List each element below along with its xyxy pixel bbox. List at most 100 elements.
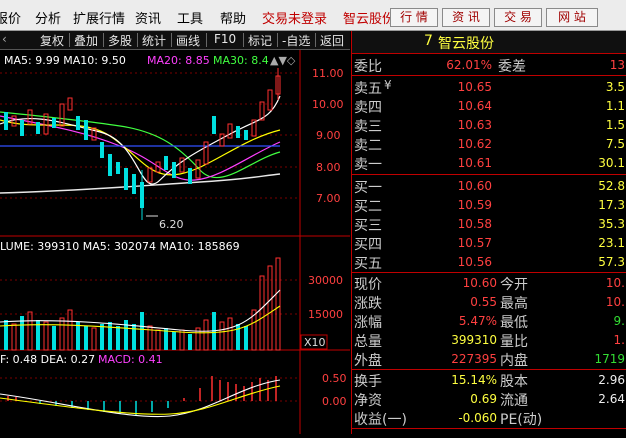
turnover-rate: 15.14% xyxy=(451,373,497,387)
outer-volume: 227395 xyxy=(451,352,497,366)
toolbar-divider xyxy=(171,33,172,47)
ask-label: 卖四 xyxy=(354,100,382,116)
low-price-label: 6.20 xyxy=(159,218,184,231)
high-price: 10. xyxy=(605,295,625,309)
menu-quote[interactable]: 报价 xyxy=(0,8,21,27)
float-shares: 2.64 xyxy=(598,392,625,406)
inner-volume: 1719 xyxy=(594,352,625,366)
macd-dif-dea-label: F: 0.48 DEA: 0.27 xyxy=(0,353,95,366)
stat-label: 换手 xyxy=(354,374,382,390)
quote-panel: 7 智云股份 委比 62.01% 委差 13 卖五 ¥ 10.65 3.5 卖四… xyxy=(351,31,626,434)
price-tick: 8.00 xyxy=(316,161,341,174)
ask-price[interactable]: 10.65 xyxy=(432,80,492,94)
weibi-label: 委比 xyxy=(354,59,382,75)
change-value: 0.55 xyxy=(470,295,497,309)
divider xyxy=(352,369,626,370)
price-tick: 10.00 xyxy=(312,98,344,111)
price-tick: 7.00 xyxy=(316,192,341,205)
overlay-button[interactable]: 叠加 xyxy=(74,32,98,49)
mark-button[interactable]: 标记 xyxy=(248,32,272,49)
login-status[interactable]: 交易未登录 xyxy=(262,8,327,27)
bid-price[interactable]: 10.60 xyxy=(432,179,492,193)
toolbar-divider xyxy=(69,33,70,47)
ask-volume: 30.1 xyxy=(598,156,625,170)
price-tick: 11.00 xyxy=(312,67,344,80)
volume-unit: X10 xyxy=(304,336,326,349)
bid-price[interactable]: 10.59 xyxy=(432,198,492,212)
volume-bars xyxy=(4,257,281,351)
restore-rights-button[interactable]: 复权 xyxy=(40,32,64,49)
bid-price[interactable]: 10.58 xyxy=(432,217,492,231)
bid-label: 买三 xyxy=(354,218,382,234)
share-capital: 2.96 xyxy=(598,373,625,387)
watchlist-remove-button[interactable]: -自选 xyxy=(282,32,310,49)
total-volume: 399310 xyxy=(451,333,497,347)
yen-icon: ¥ xyxy=(384,78,392,92)
ma30-label: MA30: 8.4 xyxy=(213,54,269,67)
ask-price[interactable]: 10.64 xyxy=(432,99,492,113)
back-button[interactable]: 返回 xyxy=(320,32,344,49)
stock-code-prefix: 7 xyxy=(424,33,433,49)
ask-label: 卖三 xyxy=(354,119,382,135)
current-price: 10.60 xyxy=(462,276,497,290)
menu-news[interactable]: 资讯 xyxy=(135,8,161,27)
multi-stock-button[interactable]: 多股 xyxy=(108,32,132,49)
ask-label: 卖五 xyxy=(354,81,382,97)
ask-volume: 1.5 xyxy=(605,118,625,132)
trade-button[interactable]: 交 易 xyxy=(494,8,542,27)
bid-label: 买二 xyxy=(354,199,382,215)
stat-label: 流通 xyxy=(500,393,528,409)
ask-label: 卖一 xyxy=(354,157,382,173)
news-button[interactable]: 资 讯 xyxy=(442,8,490,27)
macd-bars xyxy=(7,376,277,416)
market-button[interactable]: 行 情 xyxy=(390,8,438,27)
menu-analysis[interactable]: 分析 xyxy=(35,8,61,27)
chart-toolbar: ‹ 复权 叠加 多股 统计 画线 F10 标记 -自选 返回 xyxy=(0,31,350,50)
stat-label: 内盘 xyxy=(500,353,528,369)
bid-volume: 57.3 xyxy=(598,255,625,269)
bid-price[interactable]: 10.56 xyxy=(432,255,492,269)
bid-volume: 35.3 xyxy=(598,217,625,231)
ask-price[interactable]: 10.61 xyxy=(432,156,492,170)
price-tick: 9.00 xyxy=(316,129,341,142)
volume-label: LUME: 399310 MA5: 302074 MA10: 185869 xyxy=(0,240,240,253)
toolbar-divider xyxy=(137,33,138,47)
stat-label: 涨幅 xyxy=(354,315,382,331)
up-down-arrows-icon: ▲▼◇ xyxy=(270,54,296,67)
volume-ratio: 1. xyxy=(613,333,625,347)
stock-name: 智云股份 xyxy=(438,36,494,52)
bid-volume: 17.3 xyxy=(598,198,625,212)
weibi-value: 62.01% xyxy=(446,58,492,72)
net-asset: 0.69 xyxy=(470,392,497,406)
bid-label: 买五 xyxy=(354,256,382,272)
menu-tools[interactable]: 工具 xyxy=(177,8,203,27)
candles xyxy=(4,68,281,220)
bid-volume: 23.1 xyxy=(598,236,625,250)
menu-extended[interactable]: 扩展行情 xyxy=(73,8,125,27)
stat-label: 外盘 xyxy=(354,353,382,369)
stat-label: 最低 xyxy=(500,315,528,331)
divider xyxy=(352,174,626,175)
volume-tick: 30000 xyxy=(308,274,343,287)
kline-chart-svg[interactable]: 6.20 11.00 10.00 9.00 8.00 7.00 MA5: 9.9… xyxy=(0,50,350,434)
f10-button[interactable]: F10 xyxy=(214,32,236,46)
menu-help[interactable]: 帮助 xyxy=(220,8,246,27)
bid-label: 买四 xyxy=(354,237,382,253)
bid-price[interactable]: 10.57 xyxy=(432,236,492,250)
stat-label: 收益(一) xyxy=(354,412,407,428)
ask-price[interactable]: 10.63 xyxy=(432,118,492,132)
divider xyxy=(352,272,626,273)
scroll-left-icon[interactable]: ‹ xyxy=(2,32,7,46)
divider xyxy=(352,75,626,76)
kline-chart[interactable]: 6.20 11.00 10.00 9.00 8.00 7.00 MA5: 9.9… xyxy=(0,50,350,434)
volume-tick: 15000 xyxy=(308,308,343,321)
stat-label: 股本 xyxy=(500,374,528,390)
toolbar-divider xyxy=(277,33,278,47)
website-button[interactable]: 网 站 xyxy=(546,8,598,27)
menu-bar: 报价 分析 扩展行情 资讯 工具 帮助 交易未登录 智云股份 行 情 资 讯 交… xyxy=(0,0,626,31)
statistics-button[interactable]: 统计 xyxy=(142,32,166,49)
ask-price[interactable]: 10.62 xyxy=(432,137,492,151)
draw-line-button[interactable]: 画线 xyxy=(176,32,200,49)
ask-volume: 7.5 xyxy=(605,137,625,151)
stat-label: 总量 xyxy=(354,334,382,350)
